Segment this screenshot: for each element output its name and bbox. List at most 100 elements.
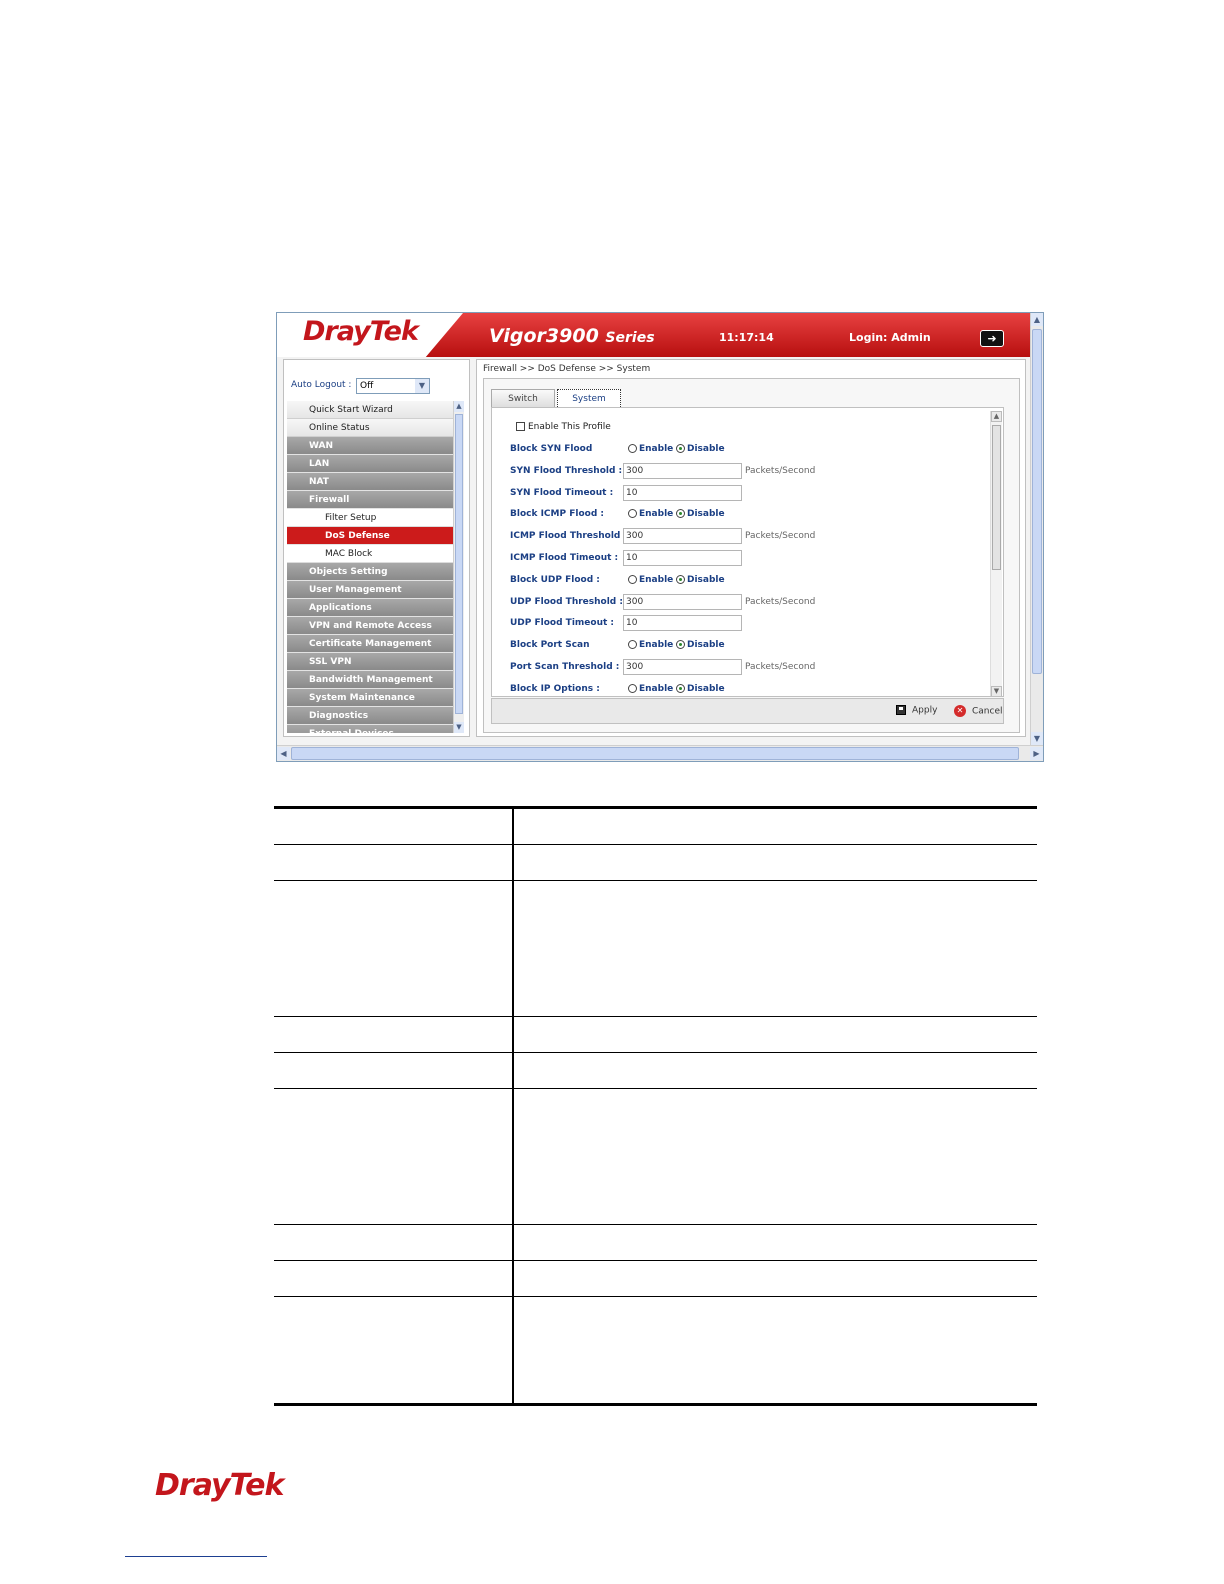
chevron-down-icon[interactable]: ▼ [415, 379, 429, 393]
text-input[interactable]: 10 [623, 485, 742, 501]
enable-radio[interactable]: Enable [628, 444, 673, 454]
field-label: Block ICMP Flood : [510, 509, 604, 519]
sidebar-item-wan[interactable]: WAN [287, 437, 453, 455]
sidebar-item-applications[interactable]: Applications [287, 599, 453, 617]
scroll-thumb[interactable] [455, 414, 463, 714]
scroll-right-icon[interactable]: ▶ [1030, 747, 1043, 760]
cancel-icon: ✕ [954, 705, 966, 717]
form-scrollbar[interactable]: ▲ ▼ [990, 411, 1002, 696]
scroll-down-icon[interactable]: ▼ [1031, 732, 1043, 745]
radio-icon[interactable] [628, 640, 637, 649]
window-vertical-scrollbar[interactable]: ▲ ▼ [1030, 313, 1043, 745]
disable-radio[interactable]: Disable [676, 509, 725, 519]
sidebar-item-nat[interactable]: NAT [287, 473, 453, 491]
sidebar-item-online-status[interactable]: Online Status [287, 419, 453, 437]
apply-label: Apply [912, 705, 938, 716]
sidebar-item-bandwidth-management[interactable]: Bandwidth Management [287, 671, 453, 689]
enable-radio[interactable]: Enable [628, 509, 673, 519]
disable-label: Disable [687, 444, 725, 454]
sidebar-item-vpn-and-remote-access[interactable]: VPN and Remote Access [287, 617, 453, 635]
radio-icon[interactable] [628, 575, 637, 584]
table-rule [274, 844, 1037, 845]
table-rule [274, 1016, 1037, 1017]
field-label: UDP Flood Timeout : [510, 618, 615, 628]
sidebar-item-quick-start-wizard[interactable]: Quick Start Wizard [287, 401, 453, 419]
sidebar-item-system-maintenance[interactable]: System Maintenance [287, 689, 453, 707]
enable-radio[interactable]: Enable [628, 684, 673, 694]
logout-icon[interactable]: ➜ [980, 330, 1004, 347]
disable-radio[interactable]: Disable [676, 684, 725, 694]
field-label: ICMP Flood Timeout : [510, 553, 619, 563]
cancel-label: Cancel [972, 706, 1003, 717]
table-rule [274, 806, 1037, 809]
tab-switch[interactable]: Switch [491, 389, 555, 407]
enable-label: Enable [639, 575, 674, 585]
radio-icon[interactable] [628, 444, 637, 453]
enable-radio[interactable]: Enable [628, 575, 673, 585]
window-horizontal-scrollbar[interactable]: ◀ ▶ [277, 745, 1043, 761]
description-table [274, 806, 1037, 1406]
sidebar-item-external-devices[interactable]: External Devices [287, 725, 453, 733]
series-label: Series [605, 330, 655, 346]
disable-radio[interactable]: Disable [676, 575, 725, 585]
breadcrumb: Firewall >> DoS Defense >> System [483, 364, 651, 374]
text-input[interactable]: 300 [623, 463, 742, 479]
disable-radio[interactable]: Disable [676, 444, 725, 454]
sidebar-item-ssl-vpn[interactable]: SSL VPN [287, 653, 453, 671]
sidebar-item-lan[interactable]: LAN [287, 455, 453, 473]
sidebar-item-user-management[interactable]: User Management [287, 581, 453, 599]
field-label: Block SYN Flood [510, 444, 593, 454]
scroll-up-icon[interactable]: ▲ [1031, 313, 1043, 326]
table-rule [274, 1052, 1037, 1053]
scroll-thumb[interactable] [1032, 329, 1042, 674]
sidebar-item-diagnostics[interactable]: Diagnostics [287, 707, 453, 725]
footer-draytek-logo: DrayTek [155, 1468, 284, 1503]
sidebar-item-firewall[interactable]: Firewall [287, 491, 453, 509]
scroll-thumb[interactable] [291, 747, 1019, 760]
header-bar: DrayTek Vigor3900 Series 11:17:14 Login:… [277, 313, 1030, 357]
disable-label: Disable [687, 640, 725, 650]
apply-button[interactable]: Apply [896, 705, 937, 716]
text-input[interactable]: 300 [623, 659, 742, 675]
disable-radio[interactable]: Disable [676, 640, 725, 650]
radio-icon[interactable] [676, 575, 685, 584]
unit-label: Packets/Second [745, 466, 816, 476]
model-title: Vigor3900 Series [489, 325, 655, 347]
radio-icon[interactable] [676, 640, 685, 649]
table-rule [274, 1403, 1037, 1406]
text-input[interactable]: 10 [623, 550, 742, 566]
radio-icon[interactable] [676, 444, 685, 453]
auto-logout-select[interactable]: Off ▼ [356, 378, 430, 394]
cancel-button[interactable]: ✕ Cancel [954, 705, 1003, 717]
sidebar-item-certificate-management[interactable]: Certificate Management [287, 635, 453, 653]
enable-profile-checkbox[interactable] [516, 422, 525, 431]
sidebar-item-filter-setup[interactable]: Filter Setup [287, 509, 453, 527]
form-footer: Apply ✕ Cancel [491, 698, 1004, 724]
field-label: Block UDP Flood : [510, 575, 600, 585]
tab-system[interactable]: System [557, 389, 621, 407]
scroll-up-icon[interactable]: ▲ [991, 411, 1002, 422]
sidebar-item-objects-setting[interactable]: Objects Setting [287, 563, 453, 581]
enable-radio[interactable]: Enable [628, 640, 673, 650]
radio-icon[interactable] [676, 509, 685, 518]
disable-label: Disable [687, 509, 725, 519]
scroll-down-icon[interactable]: ▼ [454, 722, 464, 733]
field-label: UDP Flood Threshold : [510, 597, 623, 607]
text-input[interactable]: 300 [623, 594, 742, 610]
dos-defense-form: Enable This Profile Block SYN Flood Enabl… [491, 407, 1004, 697]
scroll-left-icon[interactable]: ◀ [277, 747, 290, 760]
scroll-thumb[interactable] [992, 425, 1001, 570]
field-label: Block Port Scan [510, 640, 590, 650]
text-input[interactable]: 10 [623, 615, 742, 631]
sidebar-menu: Quick Start Wizard Online Status WAN LAN NAT… [287, 401, 453, 733]
text-input[interactable]: 300 [623, 528, 742, 544]
sidebar-item-mac-block[interactable]: MAC Block [287, 545, 453, 563]
sidebar-item-dos-defense[interactable]: DoS Defense [287, 527, 453, 545]
radio-icon[interactable] [628, 684, 637, 693]
table-rule [274, 880, 1037, 881]
radio-icon[interactable] [628, 509, 637, 518]
scroll-up-icon[interactable]: ▲ [454, 401, 464, 412]
sidebar-scrollbar[interactable]: ▲ ▼ [453, 401, 464, 733]
scroll-down-icon[interactable]: ▼ [991, 686, 1002, 696]
radio-icon[interactable] [676, 684, 685, 693]
